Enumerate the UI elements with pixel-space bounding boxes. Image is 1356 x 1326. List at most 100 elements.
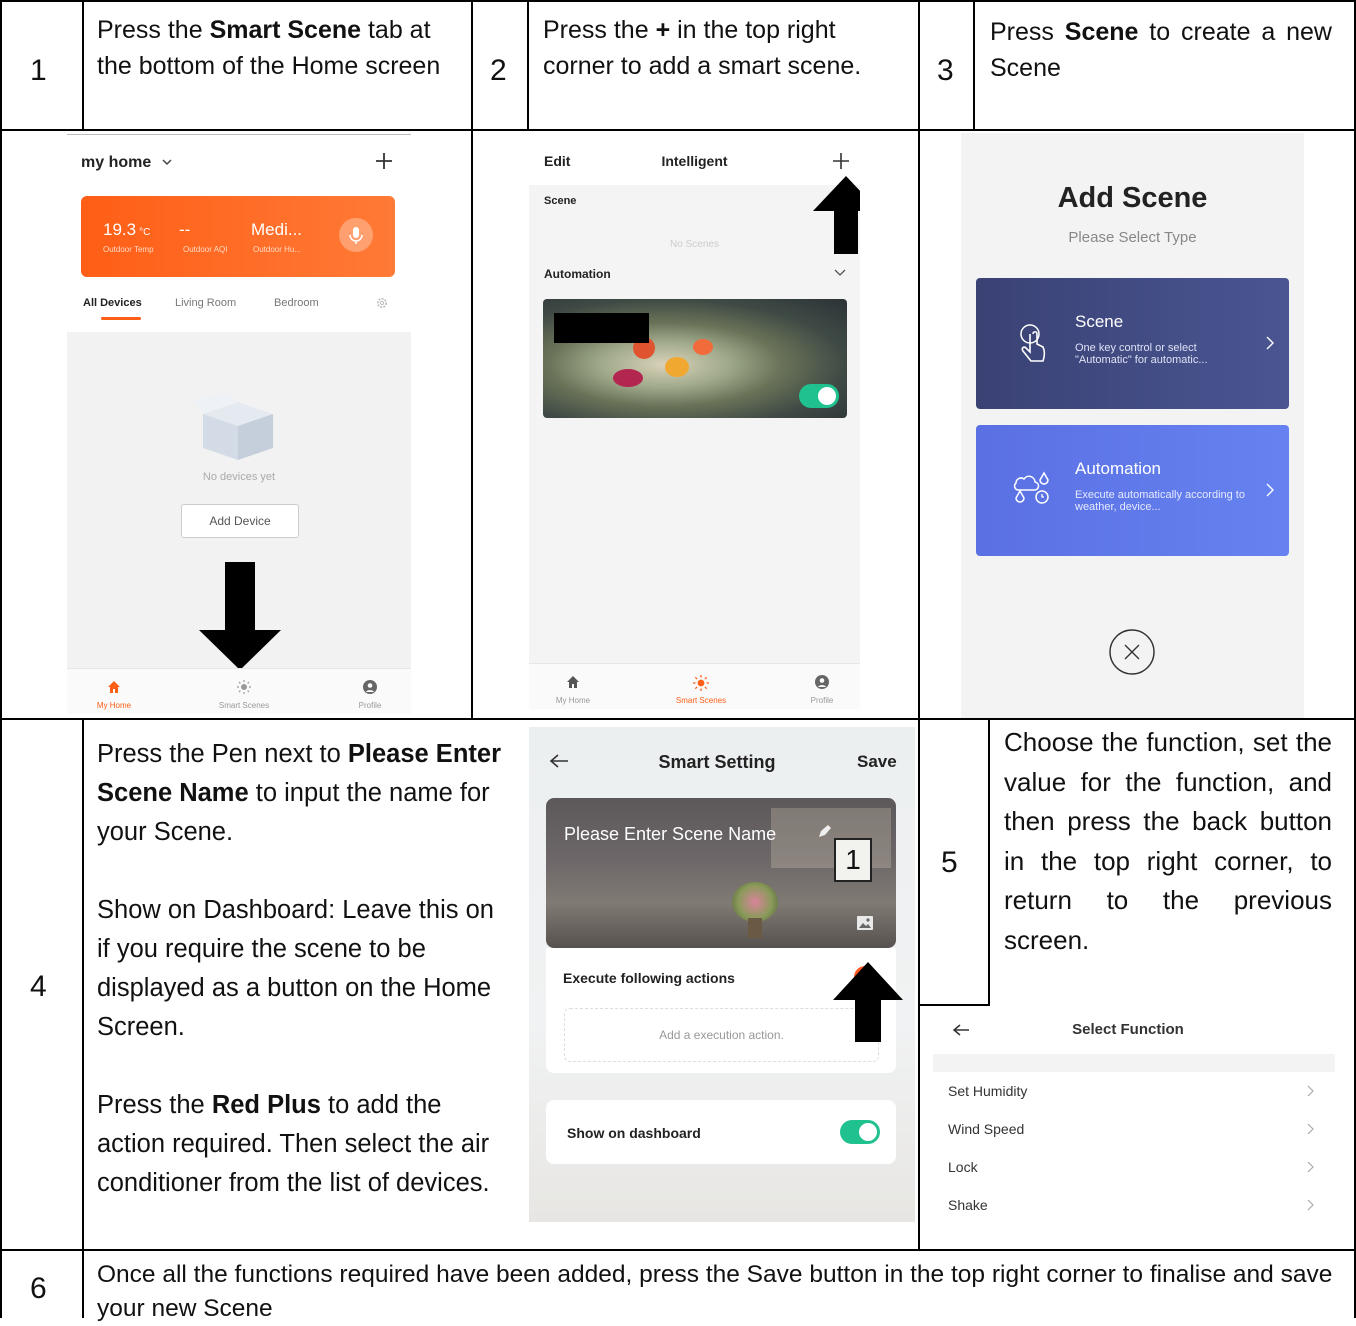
home-screenshot: my home 19.3 °C -- Medi... Outdoor Temp O… [67, 134, 411, 714]
profile-icon[interactable] [363, 680, 377, 694]
step-5-instruction: Choose the function, set the value for t… [1004, 727, 1332, 955]
humidity-value: Medi... [251, 220, 303, 239]
plus-icon[interactable] [831, 151, 851, 171]
weather-banner[interactable]: 19.3 °C -- Medi... Outdoor Temp Outdoor A… [81, 196, 395, 277]
microphone-icon[interactable] [339, 218, 373, 252]
automation-type-card[interactable]: Automation Execute automatically accordi… [976, 425, 1289, 556]
tap-hand-icon [1020, 324, 1046, 362]
dashboard-card: Show on dashboard [546, 1100, 896, 1164]
sun-icon[interactable] [237, 680, 251, 694]
show-on-dashboard-label: Show on dashboard [567, 1125, 701, 1141]
cell-divider [918, 1004, 990, 1006]
scene-type-card[interactable]: Scene One key control or select "Automat… [976, 278, 1289, 409]
tab-bedroom[interactable]: Bedroom [274, 297, 319, 309]
col-divider [82, 0, 84, 130]
temp-unit: °C [139, 227, 151, 238]
home-icon[interactable] [566, 675, 580, 689]
function-label: Shake [948, 1197, 988, 1213]
profile-icon[interactable] [815, 675, 829, 689]
plus-icon[interactable] [374, 151, 394, 171]
step-number: 1 [30, 54, 47, 87]
function-label: Lock [948, 1159, 978, 1175]
step-3-instruction: Press Scene to create a new Scene [990, 18, 1332, 82]
row-divider-2 [0, 718, 1356, 720]
temp-value: 19.3 [103, 220, 137, 239]
scene-cover-image[interactable]: 1 Please Enter Scene Name [546, 798, 896, 948]
dashboard-toggle[interactable] [840, 1120, 880, 1144]
add-device-button[interactable]: Add Device [181, 504, 299, 538]
step-number: 5 [941, 846, 958, 879]
food-decoration [693, 339, 713, 355]
chevron-right-icon [1307, 1123, 1314, 1135]
screen-title: Intelligent [661, 153, 728, 169]
function-item[interactable]: Set Humidity [933, 1072, 1335, 1110]
function-item[interactable]: Wind Speed [933, 1110, 1335, 1148]
chevron-right-icon [1266, 336, 1274, 350]
close-icon[interactable] [1108, 628, 1156, 676]
chevron-right-icon [1307, 1199, 1314, 1211]
image-icon[interactable] [856, 915, 874, 931]
redacted-label [554, 313, 649, 343]
automation-toggle[interactable] [799, 384, 839, 408]
select-function-screenshot: Select Function Set Humidity Wind Speed … [933, 1010, 1335, 1242]
step-number: 2 [490, 54, 507, 87]
row-divider-3 [0, 1249, 1356, 1251]
nav-profile[interactable]: Profile [340, 701, 400, 710]
nav-my-home[interactable]: My Home [543, 696, 603, 705]
col-divider [82, 718, 84, 1318]
scene-name-placeholder[interactable]: Please Enter Scene Name [564, 824, 776, 845]
automation-card-photo[interactable] [543, 299, 847, 418]
plant-decoration [732, 882, 778, 922]
nav-my-home[interactable]: My Home [84, 701, 144, 710]
step-number: 3 [937, 54, 954, 87]
add-scene-subtitle: Please Select Type [1068, 229, 1197, 246]
chevron-down-icon[interactable] [162, 158, 172, 166]
smart-setting-screenshot: Smart Setting Save 1 Please Enter Scene … [529, 727, 915, 1222]
automation-card-title: Automation [1075, 459, 1161, 478]
aqi-label: Outdoor AQI [183, 245, 228, 254]
automation-section-label: Automation [544, 267, 611, 281]
gear-icon[interactable] [375, 296, 389, 310]
tab-living-room[interactable]: Living Room [175, 297, 236, 309]
nav-smart-scenes[interactable]: Smart Scenes [209, 701, 279, 710]
step-2-instruction: Press the + in the top right corner to a… [543, 16, 862, 80]
chevron-right-icon [1307, 1085, 1314, 1097]
food-decoration [613, 369, 643, 387]
step-4-paragraph: Show on Dashboard: Leave this on if you … [97, 896, 494, 1041]
number-frame: 1 [834, 838, 872, 882]
home-icon[interactable] [107, 680, 121, 694]
smart-setting-title: Smart Setting [658, 752, 776, 772]
humidity-label: Outdoor Hu... [253, 245, 302, 254]
intelligent-screenshot: Edit Intelligent Scene No Scenes Automat… [529, 131, 860, 709]
aqi-value: -- [179, 220, 191, 239]
step-6-instruction: Once all the functions required have bee… [97, 1261, 1333, 1322]
step-4-paragraph: Press the Pen next to Please Enter Scene… [97, 740, 501, 846]
home-name[interactable]: my home [81, 154, 151, 172]
col-divider [918, 0, 920, 1250]
function-item[interactable]: Shake [933, 1186, 1335, 1224]
pen-icon[interactable] [816, 824, 832, 840]
empty-text: No devices yet [202, 471, 276, 483]
col-divider [973, 0, 975, 130]
nav-profile[interactable]: Profile [792, 696, 852, 705]
tab-indicator [101, 317, 141, 320]
empty-box-icon [193, 394, 273, 460]
function-label: Set Humidity [948, 1083, 1028, 1099]
execute-actions-label: Execute following actions [563, 970, 735, 986]
scene-card-desc: One key control or select "Automatic" fo… [1075, 342, 1208, 366]
automation-card-desc: Execute automatically according to weath… [1075, 489, 1245, 513]
sun-icon[interactable] [693, 675, 709, 691]
bottom-nav: My Home Smart Scenes Profile [529, 663, 860, 709]
col-divider [471, 0, 473, 720]
chevron-down-icon[interactable] [834, 269, 846, 277]
add-scene-screenshot: Add Scene Please Select Type Scene One k… [961, 133, 1304, 718]
tab-all-devices[interactable]: All Devices [83, 297, 142, 309]
function-item[interactable]: Lock [933, 1148, 1335, 1186]
nav-smart-scenes[interactable]: Smart Scenes [666, 696, 736, 705]
add-scene-title: Add Scene [1057, 182, 1208, 214]
table-border-left [0, 0, 2, 1318]
save-button[interactable]: Save [857, 752, 897, 772]
chevron-right-icon [1307, 1161, 1314, 1173]
